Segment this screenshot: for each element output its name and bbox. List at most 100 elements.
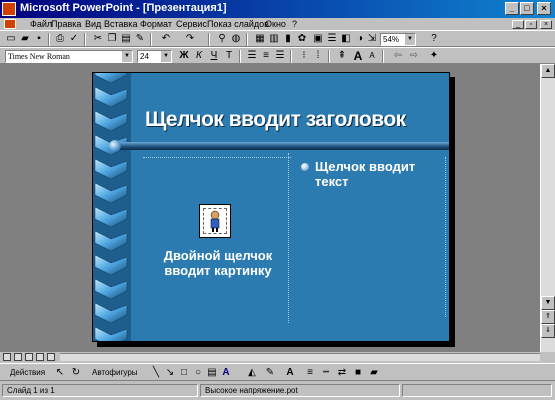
redo-icon[interactable]: ↷	[184, 33, 196, 45]
chevron-down-icon[interactable]: ▼	[161, 51, 171, 62]
increase-spacing-icon[interactable]: ⇞	[336, 50, 348, 62]
zoom-select[interactable]: 54% ▼	[380, 33, 416, 46]
fill-color-icon[interactable]: ◭	[246, 367, 258, 379]
increase-font-button[interactable]: A	[352, 50, 364, 62]
close-button[interactable]: ×	[537, 2, 551, 15]
demote-icon[interactable]: ⇨	[408, 50, 420, 62]
insert-chart-icon[interactable]: ▮	[282, 33, 294, 45]
expand-icon[interactable]: ⇲	[366, 33, 378, 45]
font-size-select[interactable]: 24 ▼	[137, 50, 172, 63]
minimize-button[interactable]: _	[505, 2, 519, 15]
grayscale-icon[interactable]: ◑	[354, 33, 366, 45]
format-painter-icon[interactable]: ✎	[134, 33, 146, 45]
chevron-down-icon[interactable]: ▼	[405, 34, 415, 45]
italic-button[interactable]: К	[193, 50, 205, 62]
clipart-frame	[203, 208, 227, 234]
slide-show-icon[interactable]	[47, 353, 55, 361]
align-right-icon[interactable]: ☰	[274, 50, 286, 62]
open-icon[interactable]: ▰	[19, 33, 31, 45]
menu-slide-show[interactable]: Показ слайдов	[207, 18, 269, 30]
numbering-icon[interactable]: ⁝	[298, 50, 310, 62]
clipart-placeholder-icon[interactable]	[199, 204, 231, 238]
paste-icon[interactable]: ▤	[120, 33, 132, 45]
insert-excel-icon[interactable]: ▥	[268, 33, 280, 45]
draw-actions-menu[interactable]: Действия	[10, 368, 45, 377]
undo-icon[interactable]: ↶	[160, 33, 172, 45]
insert-clipart-icon[interactable]: ✿	[296, 33, 308, 45]
doc-close-button[interactable]: ×	[540, 20, 552, 29]
web-toolbar-icon[interactable]: ◍	[230, 33, 242, 45]
hyperlink-icon[interactable]: ⚲	[216, 33, 228, 45]
scroll-up-icon[interactable]: ▲	[541, 64, 555, 78]
print-icon[interactable]: ⎙	[54, 33, 66, 45]
select-objects-icon[interactable]: ↖	[54, 367, 66, 379]
free-rotate-icon[interactable]: ↻	[70, 367, 82, 379]
text-placeholder[interactable]: Щелчок вводит текст	[315, 159, 435, 189]
menu-format[interactable]: Формат	[140, 18, 172, 30]
new-icon[interactable]: ▭	[5, 33, 17, 45]
bold-button[interactable]: Ж	[178, 50, 190, 62]
align-left-icon[interactable]: ☰	[246, 50, 258, 62]
vertical-scrollbar[interactable]: ▲ ▼ ⇑ ⇓	[540, 64, 555, 352]
title-bar: Microsoft PowerPoint - [Презентация1] _ …	[0, 0, 555, 18]
horizontal-scrollbar[interactable]	[60, 353, 540, 361]
scroll-down-icon[interactable]: ▼	[541, 296, 555, 310]
promote-icon[interactable]: ⇦	[392, 50, 404, 62]
arrow-style-icon[interactable]: ⇄	[336, 367, 348, 379]
menu-tools[interactable]: Сервис	[176, 18, 207, 30]
clipart-placeholder-caption[interactable]: Двойной щелчок вводит картинку	[153, 248, 283, 278]
powerpoint-app-icon[interactable]	[2, 2, 16, 16]
menu-edit[interactable]: Правка	[51, 18, 81, 30]
save-icon[interactable]: ▪	[33, 33, 45, 45]
new-slide-icon[interactable]: ▣	[312, 33, 324, 45]
autoshapes-menu[interactable]: Автофигуры	[92, 368, 138, 377]
apply-design-icon[interactable]: ◧	[340, 33, 352, 45]
menu-window[interactable]: Окно	[265, 18, 286, 30]
text-shadow-button[interactable]: Т	[223, 50, 235, 62]
dash-style-icon[interactable]: ┅	[320, 367, 332, 379]
shadow-icon[interactable]: ■	[352, 367, 364, 379]
align-center-icon[interactable]: ≡	[260, 50, 272, 62]
maximize-button[interactable]: □	[520, 2, 534, 15]
insert-word-table-icon[interactable]: ▦	[254, 33, 266, 45]
textbox-icon[interactable]: ▤	[206, 367, 218, 379]
slide-view-icon[interactable]	[25, 353, 33, 361]
font-select[interactable]: Times New Roman ▼	[5, 50, 133, 63]
menu-help[interactable]: ?	[292, 18, 297, 30]
bullets-icon[interactable]: ⁞	[312, 50, 324, 62]
arrow-icon[interactable]: ↘	[164, 367, 176, 379]
decrease-font-icon[interactable]: A	[366, 50, 378, 62]
next-slide-icon[interactable]: ⇓	[541, 324, 555, 338]
normal-view-icon[interactable]	[3, 353, 11, 361]
menu-file[interactable]: Файл	[30, 18, 52, 30]
slide-canvas[interactable]: Щелчок вводит заголовок Щелчок вводит те…	[92, 72, 450, 342]
toolbar-separator	[239, 50, 241, 63]
line-icon[interactable]: ╲	[150, 367, 162, 379]
slide-layout-icon[interactable]: ☰	[326, 33, 338, 45]
previous-slide-icon[interactable]: ⇑	[541, 310, 555, 324]
line-style-icon[interactable]: ≡	[304, 367, 316, 379]
menu-insert[interactable]: Вставка	[104, 18, 137, 30]
cut-icon[interactable]: ✂	[92, 33, 104, 45]
doc-minimize-button[interactable]: _	[512, 20, 524, 29]
doc-restore-button[interactable]: ▫	[525, 20, 537, 29]
rectangle-icon[interactable]: □	[178, 367, 190, 379]
ribbon-segment	[94, 86, 128, 108]
animation-effects-icon[interactable]: ✦	[428, 50, 440, 62]
underline-button[interactable]: Ч	[208, 50, 220, 62]
line-color-icon[interactable]: ✎	[264, 367, 276, 379]
spelling-icon[interactable]: ✓	[68, 33, 80, 45]
oval-icon[interactable]: ○	[192, 367, 204, 379]
slide-sorter-icon[interactable]	[36, 353, 44, 361]
help-icon[interactable]: ?	[428, 33, 440, 45]
copy-icon[interactable]: ❐	[106, 33, 118, 45]
menu-view[interactable]: Вид	[85, 18, 101, 30]
wordart-icon[interactable]: A	[220, 367, 232, 379]
document-icon[interactable]	[4, 19, 16, 29]
font-color-icon[interactable]: A	[284, 367, 296, 379]
placeholder-divider	[288, 153, 289, 323]
slide-title-placeholder[interactable]: Щелчок вводит заголовок	[145, 103, 445, 137]
outline-view-icon[interactable]	[14, 353, 22, 361]
chevron-down-icon[interactable]: ▼	[122, 51, 132, 62]
3d-icon[interactable]: ▰	[368, 367, 380, 379]
